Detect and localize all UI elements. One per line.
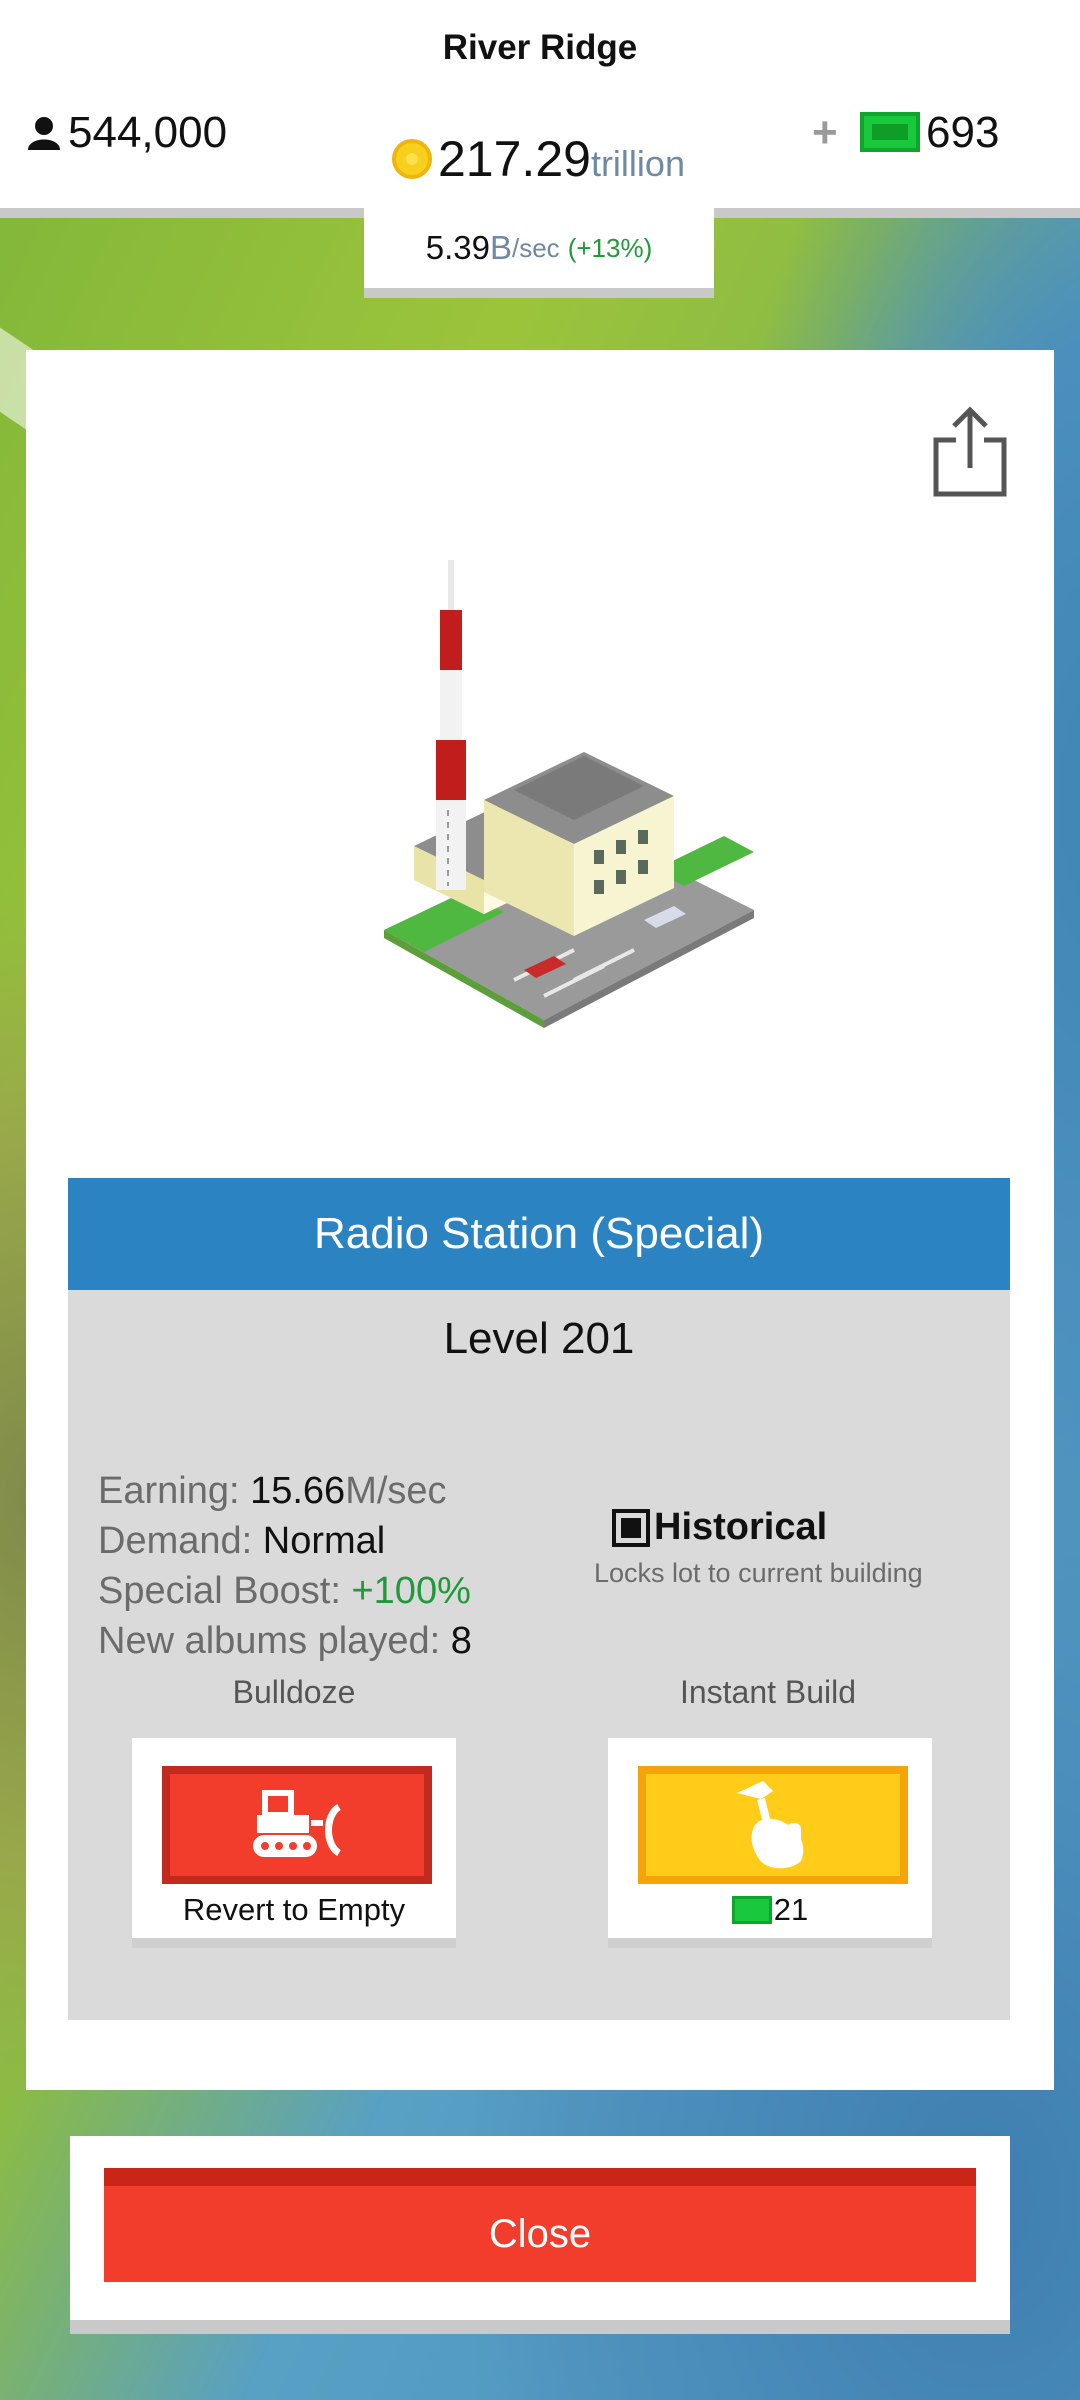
albums-label: New albums played:	[98, 1620, 451, 1662]
income-rate: 5.39 B /sec (+13%)	[364, 208, 714, 298]
historical-label: Historical	[654, 1506, 828, 1548]
close-button[interactable]: Close	[104, 2168, 976, 2282]
demand-label: Demand:	[98, 1520, 263, 1562]
population-value: 544,000	[68, 108, 228, 157]
population-counter: 544,000	[26, 108, 227, 158]
cash-icon[interactable]	[860, 112, 920, 152]
instant-build-cost: 21	[608, 1892, 932, 1928]
demand-value: Normal	[262, 1520, 386, 1562]
building-info-panel: Radio Station (Special) Level 201 Earnin…	[68, 1178, 1010, 2020]
building-detail-card: Radio Station (Special) Level 201 Earnin…	[26, 350, 1054, 2090]
cash-icon	[731, 1896, 772, 1924]
albums-value: 8	[450, 1620, 472, 1662]
bulldozer-icon	[253, 1790, 342, 1857]
coins-value: 217.29	[438, 131, 591, 187]
building-stats: Earning: 15.66M/sec Demand: Normal Speci…	[98, 1466, 472, 1666]
add-cash-button[interactable]: +	[812, 108, 838, 158]
coins-unit: trillion	[590, 143, 685, 184]
instant-build-card: 21	[608, 1738, 932, 1948]
instant-build-cost-value: 21	[773, 1892, 809, 1927]
earning-value: 15.66	[250, 1470, 346, 1512]
instant-build-label: Instant Build	[679, 1674, 857, 1710]
special-boost-value: +100%	[351, 1570, 471, 1612]
bulldoze-button[interactable]	[162, 1766, 432, 1884]
radio-station-image	[384, 560, 754, 1028]
share-icon[interactable]	[932, 406, 1008, 498]
rate-percentage: (+13%)	[567, 232, 653, 263]
person-icon	[28, 117, 60, 150]
historical-description: Locks lot to current building	[594, 1558, 923, 1588]
earning-row: Earning: 15.66M/sec	[98, 1466, 472, 1516]
building-title: Radio Station (Special)	[68, 1178, 1010, 1290]
rate-unit: B	[489, 229, 512, 266]
building-level: Level 201	[443, 1314, 635, 1363]
special-boost-label: Special Boost:	[98, 1570, 352, 1612]
city-name: River Ridge	[442, 28, 638, 67]
rate-per: /sec	[512, 232, 560, 263]
instant-build-button[interactable]	[638, 1766, 908, 1884]
coins-counter: 217.29 trillion	[392, 130, 685, 188]
hammer-icon	[737, 1781, 804, 1869]
special-boost-row: Special Boost: +100%	[98, 1566, 472, 1616]
rate-value: 5.39	[425, 229, 490, 266]
checkbox-icon[interactable]	[612, 1508, 650, 1547]
close-container: Close	[70, 2136, 1010, 2334]
cash-value: 693	[926, 108, 1000, 157]
coin-icon	[392, 139, 432, 179]
bulldoze-card: Revert to Empty	[132, 1738, 456, 1948]
albums-row: New albums played: 8	[98, 1616, 472, 1666]
top-bar: River Ridge 544,000 217.29 trillion + 69…	[0, 0, 1080, 218]
bulldoze-caption: Revert to Empty	[182, 1892, 406, 1927]
historical-toggle[interactable]: Historical	[612, 1506, 827, 1549]
bulldoze-label: Bulldoze	[232, 1674, 356, 1710]
earning-unit: M/sec	[345, 1470, 447, 1512]
demand-row: Demand: Normal	[98, 1516, 472, 1566]
earning-label: Earning:	[98, 1470, 251, 1512]
